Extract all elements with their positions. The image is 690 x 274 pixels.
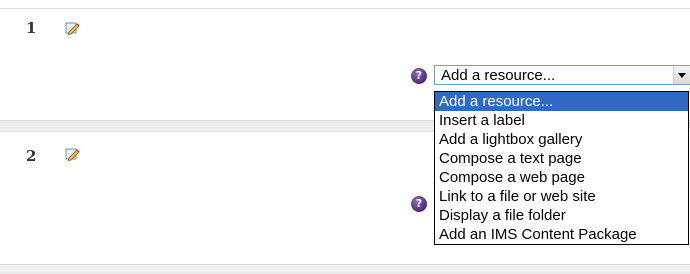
add-resource-dropdown: Add a resource... Insert a label Add a l…	[434, 91, 689, 245]
help-icon[interactable]: ?	[411, 68, 427, 84]
help-icon[interactable]: ?	[411, 196, 427, 212]
chevron-down-icon[interactable]	[673, 66, 690, 84]
dropdown-option-insert-label[interactable]: Insert a label	[435, 111, 688, 130]
select-current-value: Add a resource...	[441, 67, 556, 84]
dropdown-option-add-resource[interactable]: Add a resource...	[435, 92, 688, 111]
dropdown-option-link-file[interactable]: Link to a file or web site	[435, 187, 688, 206]
dropdown-option-text-page[interactable]: Compose a text page	[435, 149, 688, 168]
edit-pencil-icon[interactable]	[64, 146, 80, 162]
section-divider-bottom	[0, 264, 690, 274]
dropdown-option-web-page[interactable]: Compose a web page	[435, 168, 688, 187]
edit-pencil-icon[interactable]	[64, 20, 80, 36]
section-divider-top	[0, 8, 690, 9]
dropdown-option-ims-package[interactable]: Add an IMS Content Package	[435, 225, 688, 244]
dropdown-option-lightbox-gallery[interactable]: Add a lightbox gallery	[435, 130, 688, 149]
dropdown-option-file-folder[interactable]: Display a file folder	[435, 206, 688, 225]
section-number: 2	[26, 147, 37, 165]
section-number: 1	[26, 19, 37, 37]
add-resource-select[interactable]: Add a resource...	[434, 65, 690, 85]
